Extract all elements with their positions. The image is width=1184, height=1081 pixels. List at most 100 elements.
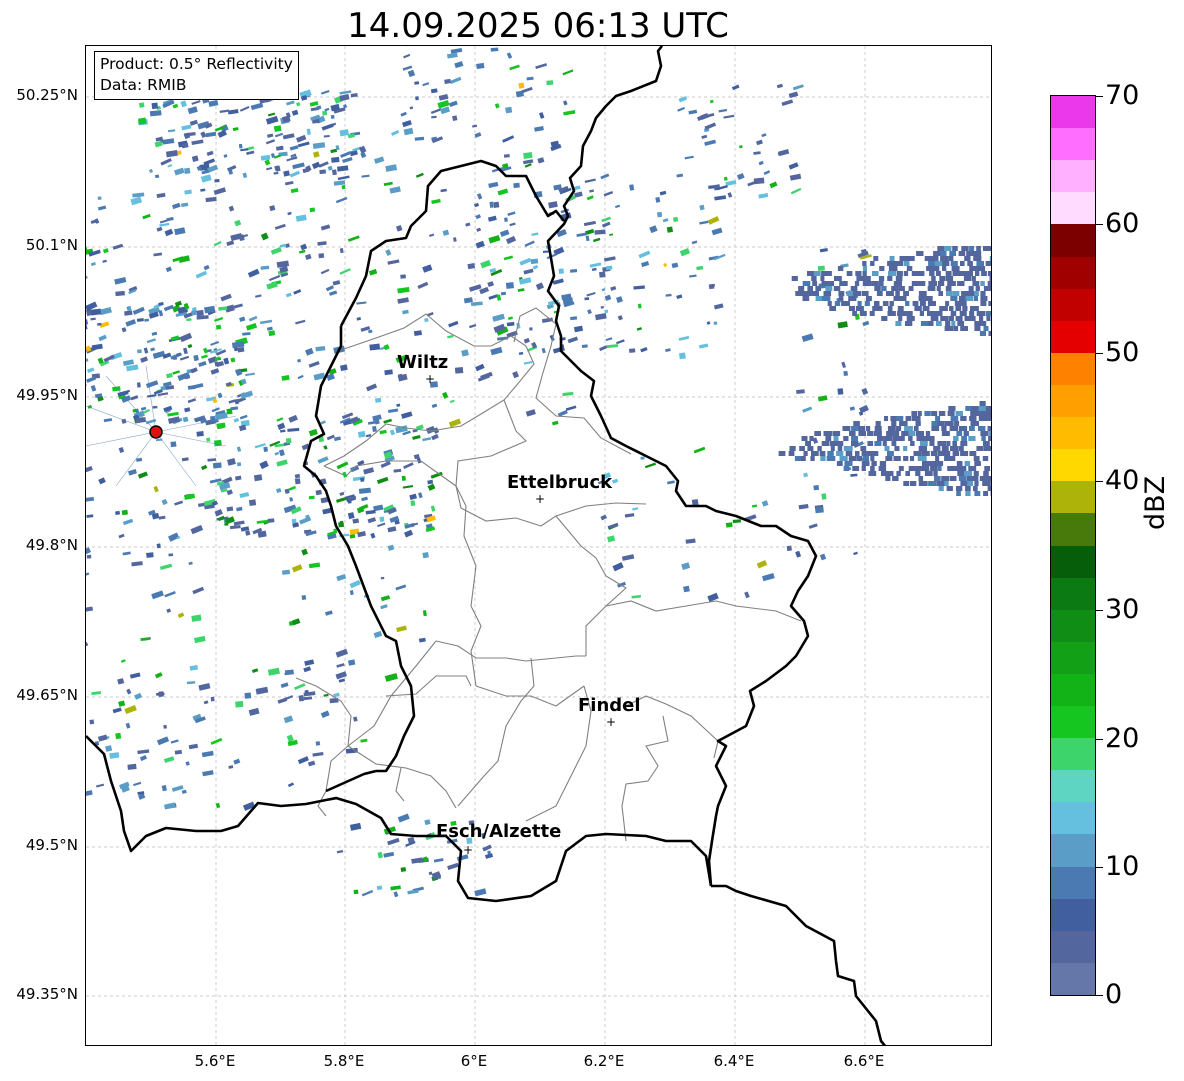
echo-cell bbox=[248, 499, 257, 507]
echo-cell bbox=[496, 294, 502, 301]
echo-cell bbox=[973, 476, 979, 481]
echo-cell bbox=[839, 281, 848, 286]
echo-cell bbox=[924, 471, 933, 476]
echo-cell bbox=[331, 156, 340, 163]
echo-cell bbox=[250, 102, 264, 111]
colorbar-segment bbox=[1051, 898, 1095, 931]
echo-cell bbox=[870, 456, 875, 461]
echo-cell bbox=[940, 256, 949, 261]
echo-cell bbox=[886, 431, 895, 436]
echo-cell bbox=[136, 318, 144, 322]
echo-cell bbox=[967, 271, 973, 276]
echo-cell bbox=[856, 456, 862, 461]
echo-cell bbox=[903, 446, 908, 451]
echo-cell bbox=[834, 276, 842, 281]
echo-cell bbox=[103, 418, 113, 423]
echo-cell bbox=[986, 476, 991, 481]
echo-cell bbox=[929, 436, 935, 441]
echo-cell bbox=[900, 296, 907, 301]
echo-cell bbox=[461, 349, 469, 357]
echo-cell bbox=[665, 348, 671, 353]
echo-cell bbox=[422, 437, 432, 442]
echo-cell bbox=[599, 345, 608, 352]
echo-cell bbox=[215, 802, 221, 809]
echo-cell bbox=[655, 196, 661, 203]
echo-cell bbox=[936, 286, 941, 291]
echo-cell bbox=[958, 251, 966, 256]
echo-cell bbox=[167, 164, 173, 168]
echo-cell bbox=[384, 672, 398, 682]
echo-cell bbox=[932, 256, 939, 261]
echo-cell bbox=[825, 286, 833, 291]
echo-cell bbox=[903, 456, 909, 461]
echo-cell bbox=[861, 451, 871, 456]
echo-cell bbox=[834, 301, 841, 306]
echo-cell bbox=[893, 281, 902, 286]
echo-cell bbox=[504, 217, 508, 222]
echo-cell bbox=[958, 271, 968, 276]
echo-cell bbox=[167, 411, 179, 417]
echo-cell bbox=[723, 114, 735, 119]
echo-cell bbox=[586, 195, 594, 201]
echo-cell bbox=[589, 262, 602, 268]
echo-cell bbox=[301, 594, 307, 601]
echo-cell bbox=[918, 291, 927, 296]
echo-cell bbox=[200, 174, 212, 183]
echo-cell bbox=[976, 261, 984, 266]
echo-cell bbox=[475, 214, 482, 220]
echo-cell bbox=[562, 69, 574, 76]
echo-cell bbox=[950, 296, 958, 301]
echo-cell bbox=[164, 802, 176, 810]
echo-cell bbox=[922, 461, 929, 466]
echo-cell bbox=[454, 61, 464, 69]
echo-cell bbox=[957, 321, 965, 326]
echo-cell bbox=[829, 281, 834, 286]
echo-cell bbox=[397, 297, 409, 304]
echo-cell bbox=[819, 553, 827, 561]
echo-cell bbox=[862, 266, 868, 271]
echo-cell bbox=[975, 286, 980, 291]
echo-cell bbox=[850, 473, 858, 477]
echo-cell bbox=[838, 291, 845, 296]
echo-cell bbox=[227, 109, 239, 115]
echo-cell bbox=[497, 188, 509, 196]
echo-cell bbox=[453, 237, 457, 242]
radar-map[interactable]: + + + + Wiltz Ettelbruck Findel Esch/Alz… bbox=[85, 45, 992, 1046]
echo-cell bbox=[158, 515, 166, 520]
echo-cell bbox=[506, 321, 515, 327]
echo-cell bbox=[848, 306, 855, 311]
echo-cell bbox=[953, 436, 959, 441]
echo-cell bbox=[944, 451, 951, 456]
echo-cell bbox=[526, 76, 534, 81]
echo-cell bbox=[438, 94, 449, 101]
echo-cell bbox=[964, 471, 972, 476]
echo-cell bbox=[678, 335, 690, 341]
echo-cell bbox=[136, 382, 141, 388]
echo-cell bbox=[591, 267, 597, 272]
echo-cell bbox=[309, 101, 319, 107]
echo-cell bbox=[969, 246, 975, 251]
echo-cell bbox=[307, 760, 316, 767]
echo-cell bbox=[206, 150, 214, 157]
echo-cell bbox=[589, 189, 594, 193]
echo-cell bbox=[981, 436, 986, 441]
echo-cell bbox=[945, 271, 952, 276]
echo-cell bbox=[986, 411, 991, 416]
echo-cell bbox=[552, 278, 564, 285]
echo-cell bbox=[332, 169, 337, 176]
echo-cell bbox=[86, 572, 90, 577]
echo-cell bbox=[289, 145, 299, 151]
echo-cell bbox=[377, 851, 383, 859]
echo-cell bbox=[933, 266, 940, 271]
echo-cell bbox=[825, 436, 832, 441]
echo-cell bbox=[922, 466, 930, 471]
echo-cell bbox=[213, 439, 222, 447]
echo-cell bbox=[376, 885, 383, 891]
echo-cell bbox=[208, 99, 219, 107]
echo-cell bbox=[974, 491, 981, 496]
echo-cell bbox=[877, 436, 884, 441]
echo-cell bbox=[912, 301, 919, 306]
echo-cell bbox=[284, 669, 294, 676]
echo-cell bbox=[862, 320, 870, 327]
echo-cell bbox=[422, 264, 433, 273]
